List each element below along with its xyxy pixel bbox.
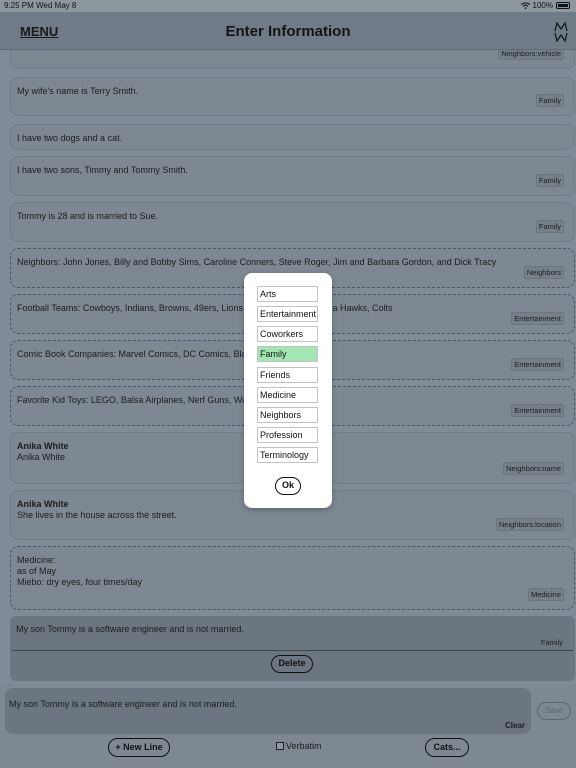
entry-title: Anika White [17,441,69,451]
list-item[interactable]: Medicine: as of May Miebo: dry eyes, fou… [10,546,575,610]
category-tag: Neighbors:location [495,518,564,531]
category-option[interactable]: Friends [257,367,318,383]
entry-text: Medicine: as of May Miebo: dry eyes, fou… [17,555,143,587]
category-tag: Entertainment [511,404,564,417]
entry-text: I have two dogs and a cat. [17,133,123,143]
category-option[interactable]: Profession [257,427,318,443]
category-tag: Family [535,220,564,233]
battery-icon [556,2,570,9]
status-date: Wed May 8 [36,1,77,10]
category-tag: Neighbors:vehicle [498,50,564,60]
category-tag: Neighbors [523,266,564,279]
list-item[interactable]: My wife's name is Terry Smith. Family [10,77,575,116]
delete-button[interactable]: Delete [271,655,313,673]
entry-text: Football Teams: Cowboys, Indians, Browns… [17,303,393,313]
wifi-icon [520,2,530,9]
verbatim-label: Verbatim [286,741,322,751]
mw-logo-icon[interactable] [554,21,568,43]
app-header: MENU Enter Information [0,12,576,50]
category-tag: Family [535,174,564,187]
category-option[interactable]: Entertainment [257,306,318,322]
category-tag: Entertainment [511,312,564,325]
selected-list-item[interactable]: My son Tommy is a software engineer and … [10,616,575,681]
entry-text: Anika White Anika White [17,441,69,463]
categories-button[interactable]: Cats... [425,738,469,757]
status-time: 9:25 PM [4,1,34,10]
input-panel: My son Tommy is a software engineer and … [0,684,576,768]
category-picker-dialog: Arts Entertainment Coworkers Family Frie… [244,273,332,508]
entry-input-value: My son Tommy is a software engineer and … [9,699,237,709]
category-tag: Neighbors:name [502,462,564,475]
list-item[interactable]: Tommy is 28 and is married to Sue. Famil… [10,202,575,242]
divider [12,650,573,651]
category-tag: Family [540,638,563,647]
save-button[interactable]: Save [537,702,571,720]
entry-text: My wife's name is Terry Smith. [17,86,139,96]
verbatim-toggle[interactable]: Verbatim [276,741,322,751]
new-line-button[interactable]: + New Line [108,738,170,757]
entry-text: Neighbors: John Jones, Billy and Bobby S… [17,257,497,267]
clear-button[interactable]: Clear [505,721,525,730]
entry-text: Tommy is 28 and is married to Sue. [17,211,159,221]
entry-body: Anika White [17,452,66,462]
status-bar: 9:25 PM Wed May 8 100% [0,0,576,12]
category-option[interactable]: Terminology [257,447,318,463]
verbatim-checkbox[interactable] [276,742,284,750]
entry-title: Anika White [17,499,69,509]
ok-button[interactable]: Ok [275,477,301,495]
list-item[interactable]: Neighbors:vehicle [10,50,575,69]
list-item[interactable]: I have two dogs and a cat. [10,124,575,150]
list-item[interactable]: I have two sons, Timmy and Tommy Smith. … [10,156,575,196]
entry-body: She lives in the house across the street… [17,510,177,520]
battery-percent: 100% [532,1,553,10]
category-tag: Family [535,94,564,107]
category-tag: Medicine [527,588,564,601]
category-option[interactable]: Neighbors [257,407,318,423]
category-tag: Entertainment [511,358,564,371]
category-option-selected[interactable]: Family [257,346,318,362]
status-right: 100% [520,1,570,10]
entry-input[interactable]: My son Tommy is a software engineer and … [5,688,531,734]
entry-text: Anika White She lives in the house across… [17,499,177,521]
category-option[interactable]: Coworkers [257,326,318,342]
entry-text: My son Tommy is a software engineer and … [16,624,244,634]
page-title: Enter Information [225,23,351,40]
entry-text: I have two sons, Timmy and Tommy Smith. [17,165,188,175]
category-option[interactable]: Arts [257,286,318,302]
category-option[interactable]: Medicine [257,387,318,403]
